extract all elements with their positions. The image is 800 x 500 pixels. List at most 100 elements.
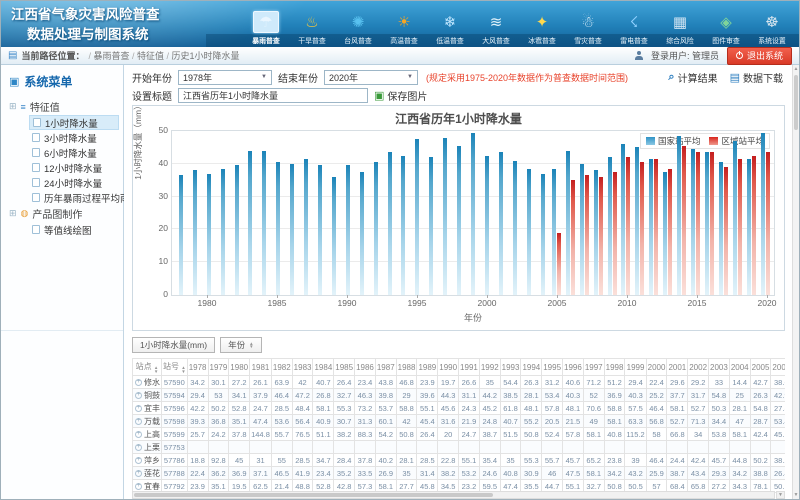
year-sort-control[interactable]: 年份 ▲▼ bbox=[220, 337, 261, 353]
toolbar-item-雷电普查[interactable]: ☇雷电普查 bbox=[611, 1, 657, 47]
expander-icon[interactable]: ⊞ bbox=[9, 101, 17, 112]
bar-group-1989[interactable] bbox=[327, 131, 341, 295]
breadcrumb-segment[interactable]: 特征值 bbox=[137, 51, 164, 61]
row-expand-icon[interactable]: + bbox=[135, 431, 142, 438]
toolbar-item-雪灾普查[interactable]: ☃雪灾普查 bbox=[565, 1, 611, 47]
breadcrumb-segment[interactable]: 历史1小时降水量 bbox=[172, 51, 240, 61]
row-expand-icon[interactable]: + bbox=[135, 457, 142, 464]
toolbar-item-高温普查[interactable]: ☀高温普查 bbox=[381, 1, 427, 47]
bar-group-1980[interactable] bbox=[202, 131, 216, 295]
sidebar-item-6小时降水量[interactable]: 6小时降水量 bbox=[29, 145, 119, 160]
bar-group-2009[interactable] bbox=[605, 131, 619, 295]
table-row[interactable]: +修水5759034.230.127.226.163.94240.726.423… bbox=[133, 376, 786, 389]
bar-group-2010[interactable] bbox=[619, 131, 633, 295]
horizontal-scrollbar[interactable] bbox=[132, 491, 775, 499]
table-row[interactable]: +莲花5778822.436.236.937.146.541.923.435.2… bbox=[133, 467, 786, 480]
table-row[interactable]: +万载5759839.336.835.147.453.656.440.930.7… bbox=[133, 415, 786, 428]
download-button[interactable]: ▤ 数据下载 bbox=[730, 70, 783, 85]
toolbar-item-系统设置[interactable]: ☸系统设置 bbox=[749, 1, 795, 47]
bar-group-1985[interactable] bbox=[271, 131, 285, 295]
bar-group-2003[interactable] bbox=[522, 131, 536, 295]
bar-group-2002[interactable] bbox=[508, 131, 522, 295]
bar-group-1986[interactable] bbox=[285, 131, 299, 295]
bar-group-1991[interactable] bbox=[355, 131, 369, 295]
toolbar-item-综合风险[interactable]: ▦综合风险 bbox=[657, 1, 703, 47]
bar-group-2007[interactable] bbox=[577, 131, 591, 295]
bar-group-2012[interactable] bbox=[647, 131, 661, 295]
toolbar-item-干旱普查[interactable]: ♨干旱普查 bbox=[289, 1, 335, 47]
vertical-scrollbar[interactable]: ▲ ▼ bbox=[792, 65, 799, 499]
bar-group-2017[interactable] bbox=[716, 131, 730, 295]
scroll-corner-arrow[interactable]: ▼ bbox=[776, 491, 785, 499]
table-row[interactable]: +铜鼓5759429.45334.137.946.447.226.832.746… bbox=[133, 389, 786, 402]
toolbar-item-冰雹普查[interactable]: ✦冰雹普查 bbox=[519, 1, 565, 47]
bar-group-2019[interactable] bbox=[744, 131, 758, 295]
row-expand-icon[interactable]: + bbox=[135, 418, 142, 425]
bar-group-2018[interactable] bbox=[730, 131, 744, 295]
bar-group-1979[interactable] bbox=[188, 131, 202, 295]
sidebar-item-24小时降水量[interactable]: 24小时降水量 bbox=[29, 175, 119, 190]
table-row[interactable]: +宜丰5759642.250.252.824.728.548.458.155.3… bbox=[133, 402, 786, 415]
scroll-down-arrow[interactable]: ▼ bbox=[793, 491, 799, 499]
sidebar-item-3小时降水量[interactable]: 3小时降水量 bbox=[29, 130, 119, 145]
bar-group-2000[interactable] bbox=[480, 131, 494, 295]
breadcrumb-segment[interactable]: 暴雨普查 bbox=[93, 51, 129, 61]
bar-group-2013[interactable] bbox=[661, 131, 675, 295]
bar-group-1978[interactable] bbox=[174, 131, 188, 295]
bar-group-2005[interactable] bbox=[549, 131, 563, 295]
bar-group-2011[interactable] bbox=[633, 131, 647, 295]
table-row[interactable]: +上高5759925.724.237.8144.855.776.551.138.… bbox=[133, 428, 786, 441]
table-row[interactable]: +萍乡5778618.892.845315528.534.728.437.840… bbox=[133, 454, 786, 467]
save-image-button[interactable]: ▣ 保存图片 bbox=[374, 88, 427, 103]
row-expand-icon[interactable]: + bbox=[135, 379, 142, 386]
chart-title-input[interactable] bbox=[178, 88, 368, 103]
bar-group-1988[interactable] bbox=[313, 131, 327, 295]
v-scroll-thumb[interactable] bbox=[794, 75, 798, 130]
toolbar-item-低温普查[interactable]: ❄低温普查 bbox=[427, 1, 473, 47]
bar-group-2004[interactable] bbox=[536, 131, 550, 295]
sidebar-item-等值线绘图[interactable]: 等值线绘图 bbox=[29, 222, 119, 237]
bar-group-2008[interactable] bbox=[591, 131, 605, 295]
column-header-station[interactable]: 站点 ▲▼ bbox=[133, 359, 162, 376]
row-expand-icon[interactable]: + bbox=[135, 444, 142, 451]
bar-group-1998[interactable] bbox=[452, 131, 466, 295]
logout-button[interactable]: 退出系统 bbox=[727, 47, 792, 65]
bar-group-2016[interactable] bbox=[702, 131, 716, 295]
bar-group-1987[interactable] bbox=[299, 131, 313, 295]
bar-group-1995[interactable] bbox=[410, 131, 424, 295]
tree-group-特征值[interactable]: ⊞≡特征值 bbox=[9, 98, 119, 115]
bar-group-2006[interactable] bbox=[563, 131, 577, 295]
calculate-button[interactable]: ⌕ 计算结果 bbox=[668, 70, 717, 85]
toolbar-item-台风普查[interactable]: ✺台风普查 bbox=[335, 1, 381, 47]
toolbar-item-图件审查[interactable]: ◈图件审查 bbox=[703, 1, 749, 47]
bar-group-1990[interactable] bbox=[341, 131, 355, 295]
sidebar-item-历年暴雨过程平均雨量[interactable]: 历年暴雨过程平均雨量 bbox=[29, 190, 119, 205]
tree-group-产品图制作[interactable]: ⊞◍产品图制作 bbox=[9, 205, 119, 222]
sidebar-item-1小时降水量[interactable]: 1小时降水量 bbox=[29, 115, 119, 130]
h-scroll-thumb[interactable] bbox=[134, 493, 493, 497]
bar-group-1994[interactable] bbox=[397, 131, 411, 295]
bar-group-2014[interactable] bbox=[675, 131, 689, 295]
bar-group-1997[interactable] bbox=[438, 131, 452, 295]
end-year-select[interactable]: 2020年 ▼ bbox=[324, 70, 418, 85]
bar-group-1984[interactable] bbox=[257, 131, 271, 295]
start-year-select[interactable]: 1978年 ▼ bbox=[178, 70, 272, 85]
scroll-up-arrow[interactable]: ▲ bbox=[793, 65, 799, 73]
toolbar-item-大风普查[interactable]: ≋大风普查 bbox=[473, 1, 519, 47]
sidebar-item-12小时降水量[interactable]: 12小时降水量 bbox=[29, 160, 119, 175]
bar-group-1982[interactable] bbox=[230, 131, 244, 295]
bar-group-1981[interactable] bbox=[216, 131, 230, 295]
bar-group-1996[interactable] bbox=[424, 131, 438, 295]
bar-group-1999[interactable] bbox=[466, 131, 480, 295]
bar-group-2015[interactable] bbox=[689, 131, 703, 295]
row-expand-icon[interactable]: + bbox=[135, 483, 142, 490]
row-expand-icon[interactable]: + bbox=[135, 405, 142, 412]
unit-button[interactable]: 1小时降水量(mm) bbox=[132, 337, 215, 353]
row-expand-icon[interactable]: + bbox=[135, 470, 142, 477]
bar-group-1983[interactable] bbox=[244, 131, 258, 295]
table-row[interactable]: +上栗57753 bbox=[133, 441, 786, 454]
row-expand-icon[interactable]: + bbox=[135, 392, 142, 399]
column-header-station-id[interactable]: 站号 ▲▼ bbox=[162, 359, 188, 376]
expander-icon[interactable]: ⊞ bbox=[9, 208, 17, 219]
bar-group-2001[interactable] bbox=[494, 131, 508, 295]
